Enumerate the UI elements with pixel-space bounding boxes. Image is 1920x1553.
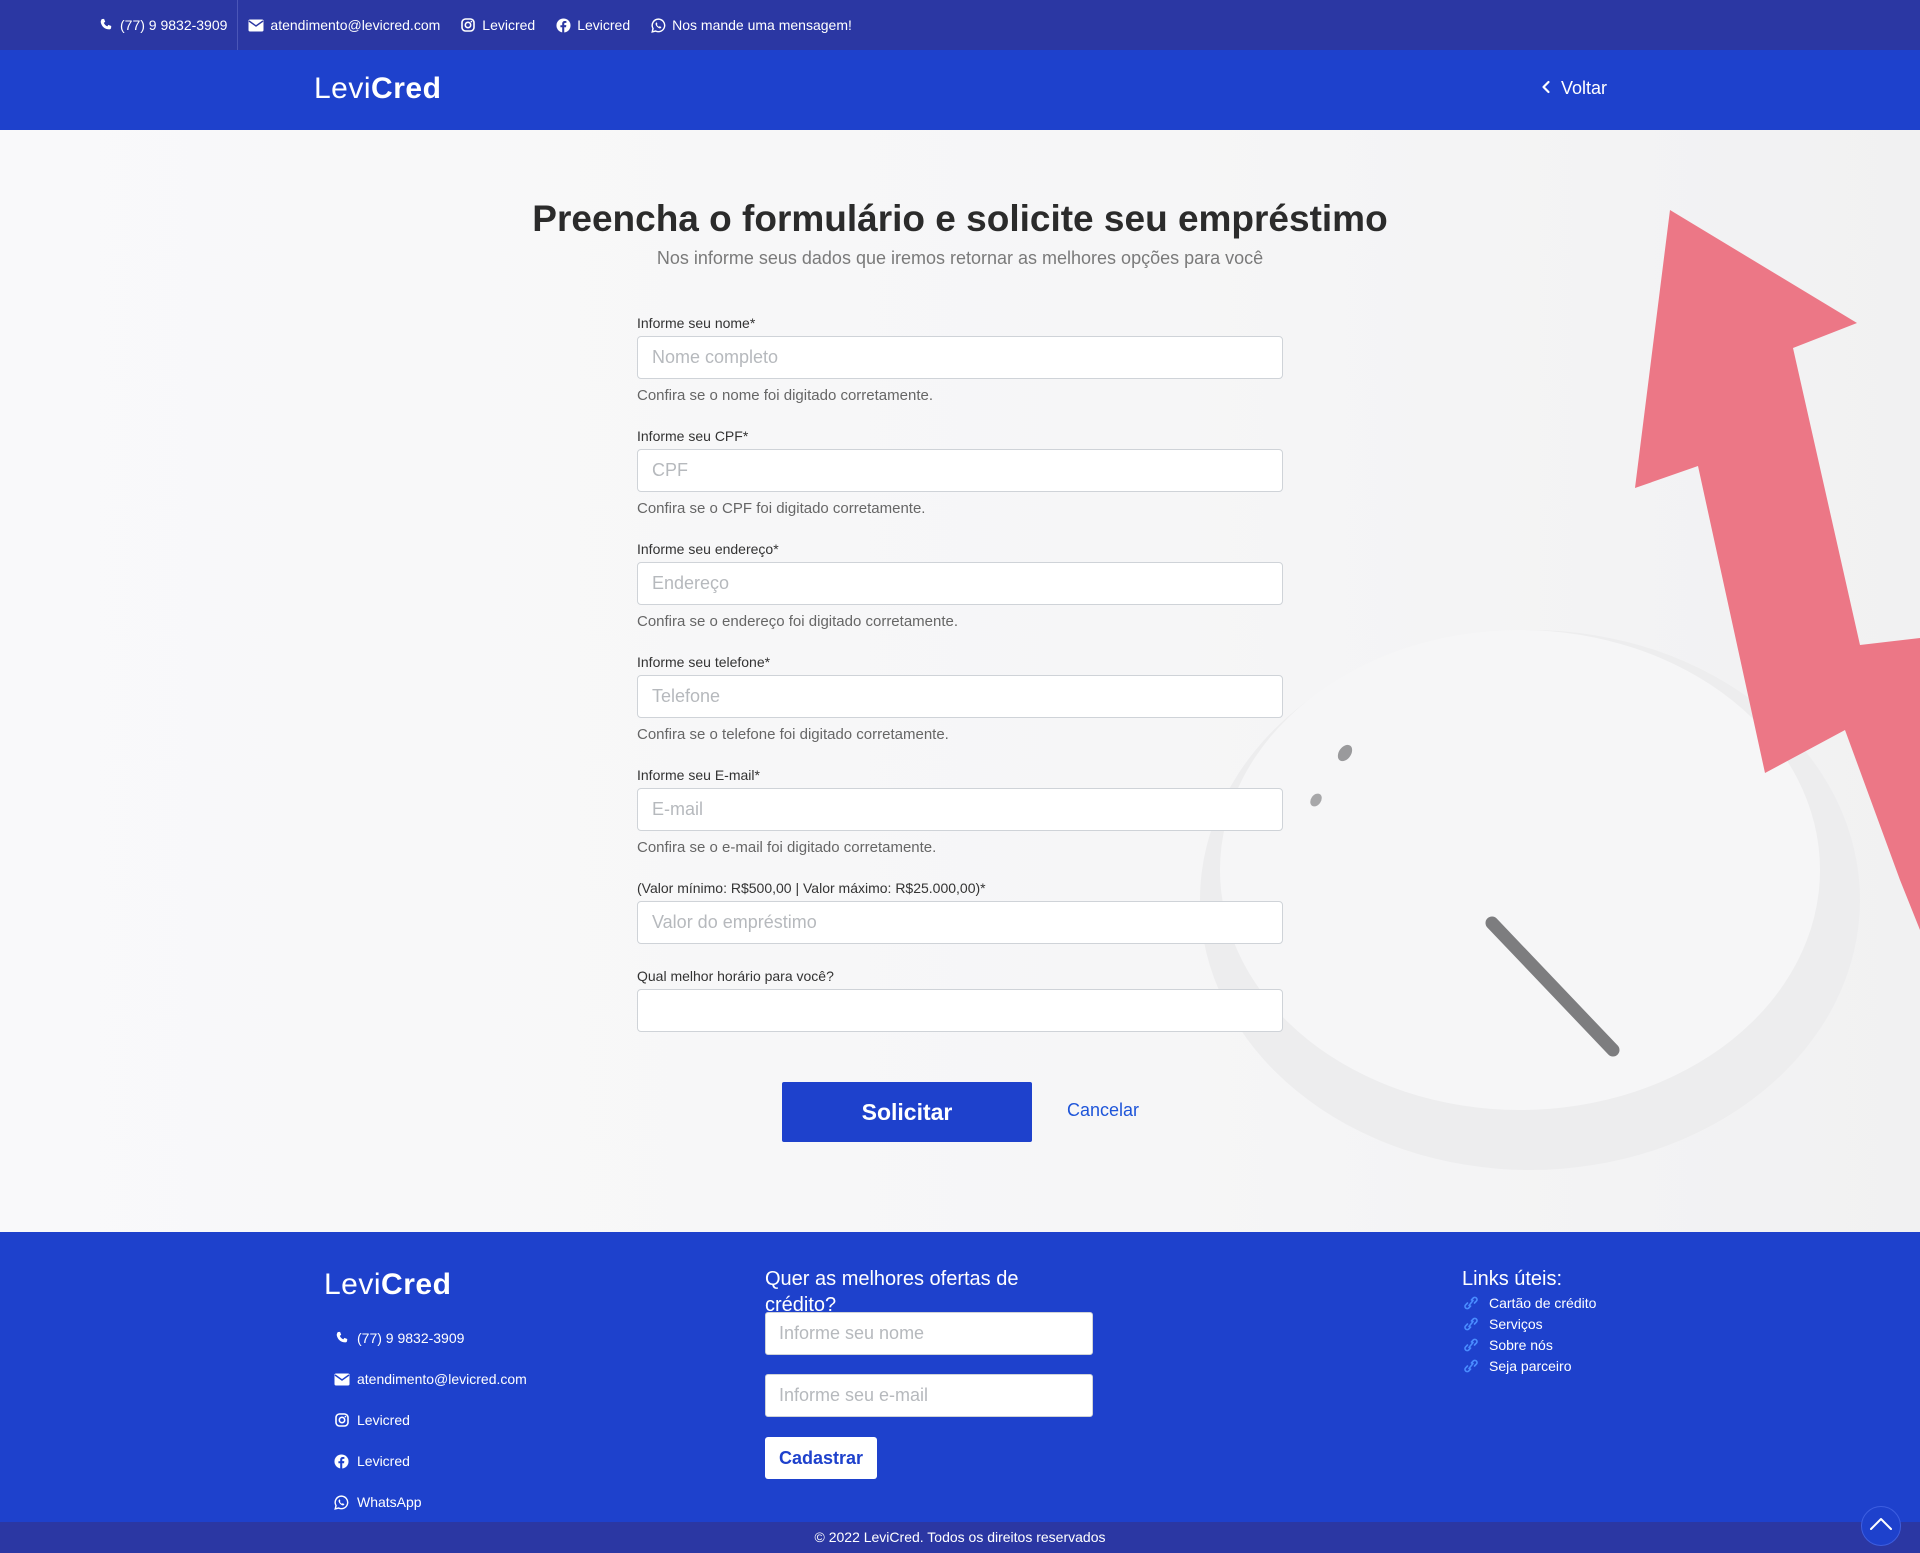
link-icon (1462, 1359, 1480, 1373)
link-label: Cartão de crédito (1489, 1294, 1597, 1311)
address-input[interactable] (637, 562, 1283, 605)
phone-input[interactable] (637, 675, 1283, 718)
navbar: LeviCred Voltar (0, 50, 1920, 130)
link-partner[interactable]: Seja parceiro (1462, 1355, 1596, 1376)
cpf-input[interactable] (637, 449, 1283, 492)
footer-facebook[interactable]: Levicred (333, 1451, 527, 1471)
top-contact-bar: (77) 9 9832-3909 atendimento@levicred.co… (0, 0, 1920, 50)
email-input[interactable] (637, 788, 1283, 831)
chevron-left-icon (1541, 78, 1551, 99)
link-icon (1462, 1296, 1480, 1310)
newsletter-heading: Quer as melhores ofertas de crédito? (765, 1268, 1019, 1316)
topbar-whatsapp-text: Nos mande uma mensagem! (672, 17, 852, 33)
logo[interactable]: LeviCred (314, 72, 441, 106)
name-input[interactable] (637, 336, 1283, 379)
loan-amount-label: (Valor mínimo: R$500,00 | Valor máximo: … (637, 880, 986, 896)
topbar-instagram-text: Levicred (482, 17, 536, 33)
topbar-whatsapp[interactable]: Nos mande uma mensagem! (640, 0, 862, 50)
cancel-link[interactable]: Cancelar (1067, 1100, 1139, 1121)
loan-form: Informe seu nome* Confira se o nome foi … (637, 313, 1283, 1032)
footer-logo[interactable]: LeviCred (324, 1268, 451, 1302)
link-label: Sobre nós (1489, 1336, 1553, 1353)
whatsapp-icon (333, 1494, 350, 1511)
newsletter-name-input[interactable] (765, 1312, 1093, 1355)
copyright-bar: © 2022 LeviCred. Todos os direitos reser… (0, 1522, 1920, 1553)
loan-amount-input[interactable] (637, 901, 1283, 944)
page-subtitle: Nos informe seus dados que iremos retorn… (656, 248, 1264, 268)
phone-icon (333, 1330, 350, 1347)
topbar-phone-text: (77) 9 9832-3909 (120, 17, 228, 33)
facebook-icon (555, 17, 571, 33)
envelope-icon (248, 17, 264, 33)
phone-field-group: Informe seu telefone* Confira se o telef… (637, 652, 1283, 745)
chevron-up-icon (1869, 1517, 1893, 1536)
footer-email-text: atendimento@levicred.com (357, 1371, 527, 1387)
loan-request-section: Preencha o formulário e solicite seu emp… (0, 130, 1920, 1232)
link-label: Seja parceiro (1489, 1357, 1572, 1374)
logo-text-bold: Cred (371, 72, 442, 105)
form-buttons: Solicitar Cancelar (637, 1082, 1283, 1142)
whatsapp-icon (650, 17, 666, 33)
address-field-group: Informe seu endereço* Confira se o ender… (637, 539, 1283, 632)
newsletter-submit-button[interactable]: Cadastrar (765, 1437, 878, 1479)
instagram-icon (333, 1412, 350, 1429)
link-icon (1462, 1317, 1480, 1331)
footer-instagram-text: Levicred (357, 1412, 410, 1428)
name-label: Informe seu nome* (637, 315, 756, 331)
envelope-icon (333, 1371, 350, 1388)
footer-logo-text-light: Levi (324, 1268, 382, 1301)
submit-button[interactable]: Solicitar (782, 1082, 1032, 1142)
footer-facebook-text: Levicred (357, 1453, 410, 1469)
footer-phone-text: (77) 9 9832-3909 (357, 1330, 465, 1346)
phone-hint: Confira se o telefone foi digitado corre… (637, 726, 949, 743)
footer: LeviCred (77) 9 9832-3909 atendimento@le… (0, 1232, 1920, 1522)
topbar-facebook-text: Levicred (577, 17, 631, 33)
email-hint: Confira se o e-mail foi digitado correta… (637, 839, 937, 856)
topbar-email[interactable]: atendimento@levicred.com (238, 0, 450, 50)
footer-email[interactable]: atendimento@levicred.com (333, 1369, 527, 1389)
useful-links-heading: Links úteis: (1462, 1268, 1563, 1290)
email-label: Informe seu E-mail* (637, 767, 760, 783)
phone-icon (98, 17, 114, 33)
facebook-icon (333, 1453, 350, 1470)
link-credit-card[interactable]: Cartão de crédito (1462, 1292, 1596, 1313)
newsletter-email-input[interactable] (765, 1374, 1093, 1417)
footer-whatsapp-text: WhatsApp (357, 1494, 422, 1510)
best-time-field-group: Qual melhor horário para você? (637, 966, 1283, 1032)
footer-contacts: (77) 9 9832-3909 atendimento@levicred.co… (333, 1328, 527, 1533)
link-services[interactable]: Serviços (1462, 1313, 1596, 1334)
footer-whatsapp[interactable]: WhatsApp (333, 1492, 527, 1512)
best-time-input[interactable] (637, 989, 1283, 1032)
link-label: Serviços (1489, 1315, 1543, 1332)
link-about-us[interactable]: Sobre nós (1462, 1334, 1596, 1355)
back-button-label: Voltar (1560, 78, 1607, 98)
loan-amount-field-group: (Valor mínimo: R$500,00 | Valor máximo: … (637, 878, 1283, 944)
logo-text-light: Levi (314, 72, 372, 105)
best-time-label: Qual melhor horário para você? (637, 968, 834, 984)
footer-phone[interactable]: (77) 9 9832-3909 (333, 1328, 527, 1348)
useful-links: Links úteis: Cartão de crédito Serviços … (1462, 1266, 1596, 1376)
link-icon (1462, 1338, 1480, 1352)
address-hint: Confira se o endereço foi digitado corre… (637, 613, 959, 630)
back-button[interactable]: Voltar (1541, 78, 1607, 99)
phone-label: Informe seu telefone* (637, 654, 771, 670)
email-field-group: Informe seu E-mail* Confira se o e-mail … (637, 765, 1283, 858)
page-title: Preencha o formulário e solicite seu emp… (532, 198, 1388, 239)
newsletter: Quer as melhores ofertas de crédito? Cad… (765, 1266, 1093, 1479)
address-label: Informe seu endereço* (637, 541, 779, 557)
cpf-field-group: Informe seu CPF* Confira se o CPF foi di… (637, 426, 1283, 519)
instagram-icon (460, 17, 476, 33)
footer-instagram[interactable]: Levicred (333, 1410, 527, 1430)
footer-logo-text-bold: Cred (381, 1268, 452, 1301)
topbar-facebook[interactable]: Levicred (545, 0, 640, 50)
topbar-phone[interactable]: (77) 9 9832-3909 (88, 0, 239, 50)
name-hint: Confira se o nome foi digitado corretame… (637, 387, 933, 404)
cpf-hint: Confira se o CPF foi digitado corretamen… (637, 500, 926, 517)
topbar-instagram[interactable]: Levicred (450, 0, 545, 50)
topbar-email-text: atendimento@levicred.com (270, 17, 441, 33)
cpf-label: Informe seu CPF* (637, 428, 749, 444)
name-field-group: Informe seu nome* Confira se o nome foi … (637, 313, 1283, 406)
scroll-to-top-button[interactable] (1861, 1506, 1901, 1546)
